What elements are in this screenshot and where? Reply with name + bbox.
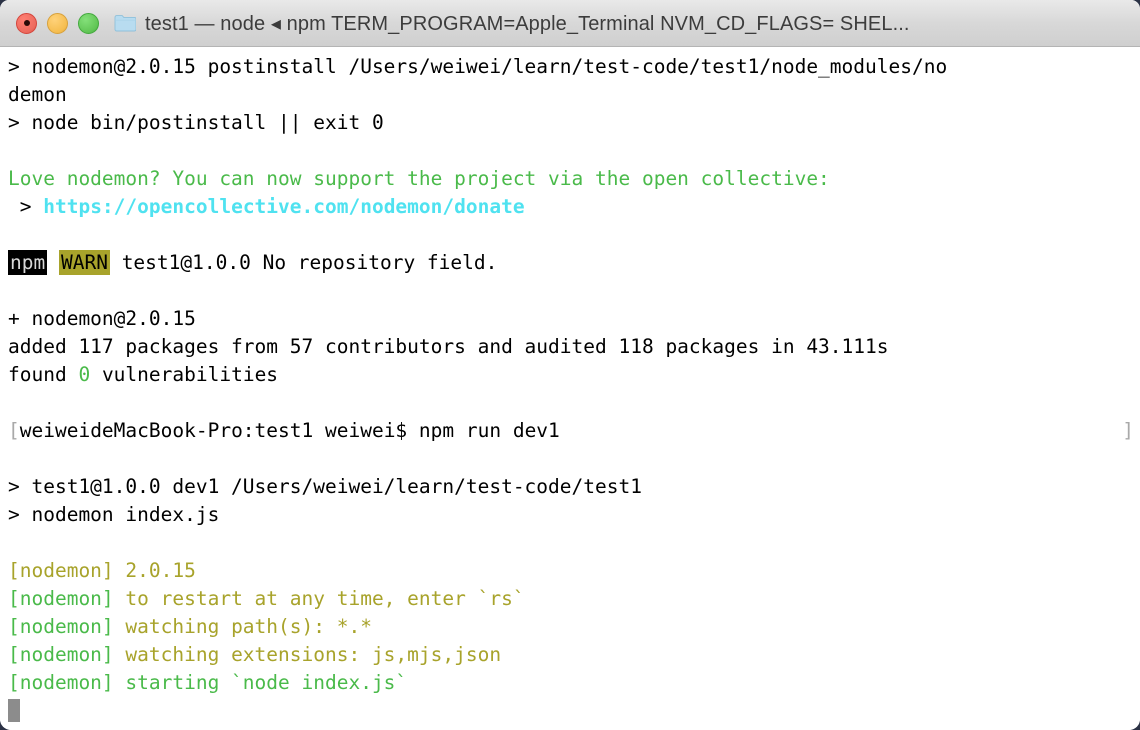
line-text: Love nodemon? You can now support the pr… — [8, 167, 830, 190]
nodemon-message: 2.0.15 — [125, 559, 196, 582]
output-line: demon — [0, 81, 1140, 109]
line-text: > nodemon@2.0.15 postinstall /Users/weiw… — [8, 55, 948, 78]
maximize-button[interactable] — [78, 12, 99, 34]
nodemon-tag: [nodemon] — [8, 559, 126, 582]
nodemon-message: watching extensions: js,mjs,json — [125, 643, 502, 666]
output-line: > nodemon@2.0.15 postinstall /Users/weiw… — [0, 53, 1140, 81]
output-line: > nodemon index.js — [0, 501, 1140, 529]
line-text: > nodemon index.js — [8, 503, 220, 526]
minimize-button[interactable] — [47, 12, 68, 34]
nodemon-tag: [nodemon] — [8, 587, 126, 610]
prompt-text: weiweideMacBook-Pro:test1 weiwei$ npm ru… — [19, 419, 560, 442]
nodemon-log-line: [nodemon] watching path(s): *.* — [0, 613, 1140, 641]
output-line-love-nodemon: Love nodemon? You can now support the pr… — [0, 165, 1140, 193]
output-line-donate-link: > https://opencollective.com/nodemon/don… — [0, 193, 1140, 221]
terminal-output[interactable]: > nodemon@2.0.15 postinstall /Users/weiw… — [0, 47, 1140, 730]
nodemon-message: [nodemon] starting `node index.js` — [8, 671, 408, 694]
line-text: + nodemon@2.0.15 — [8, 307, 196, 330]
window-title: test1 — node ◂ npm TERM_PROGRAM=Apple_Te… — [145, 12, 910, 35]
window-controls — [0, 12, 99, 34]
line-text: > node bin/postinstall || exit 0 — [8, 111, 384, 134]
cursor-line — [0, 697, 1140, 725]
line-text: > test1@1.0.0 dev1 /Users/weiwei/learn/t… — [8, 475, 642, 498]
warn-message: test1@1.0.0 No repository field. — [109, 251, 498, 274]
text-cursor[interactable] — [8, 699, 20, 722]
nodemon-log-line: [nodemon] 2.0.15 — [0, 557, 1140, 585]
output-line: + nodemon@2.0.15 — [0, 305, 1140, 333]
nodemon-log-line: [nodemon] watching extensions: js,mjs,js… — [0, 641, 1140, 669]
prompt-mark-left: [ — [8, 419, 20, 442]
prompt-line: [weiweideMacBook-Pro:test1 weiwei$ npm r… — [0, 417, 1140, 445]
nodemon-tag: [nodemon] — [8, 615, 126, 638]
nodemon-log-line: [nodemon] to restart at any time, enter … — [0, 585, 1140, 613]
link-prefix: > — [8, 195, 44, 218]
output-line-blank — [0, 445, 1140, 473]
output-line: added 117 packages from 57 contributors … — [0, 333, 1140, 361]
warn-badge: WARN — [58, 250, 110, 275]
output-line: > node bin/postinstall || exit 0 — [0, 109, 1140, 137]
nodemon-log-line-starting: [nodemon] starting `node index.js` — [0, 669, 1140, 697]
output-line-blank — [0, 221, 1140, 249]
output-line-blank — [0, 529, 1140, 557]
terminal-window: test1 — node ◂ npm TERM_PROGRAM=Apple_Te… — [0, 0, 1140, 730]
prompt-mark-right: ] — [1122, 419, 1134, 442]
nodemon-message: watching path(s): *.* — [125, 615, 372, 638]
line-text: vulnerabilities — [90, 363, 279, 386]
output-line: > test1@1.0.0 dev1 /Users/weiwei/learn/t… — [0, 473, 1140, 501]
output-line-vulnerabilities: found 0 vulnerabilities — [0, 361, 1140, 389]
nodemon-tag: [nodemon] — [8, 643, 126, 666]
npm-badge: npm — [8, 250, 48, 275]
line-text: demon — [8, 83, 67, 106]
output-line-blank — [0, 277, 1140, 305]
title-area: test1 — node ◂ npm TERM_PROGRAM=Apple_Te… — [114, 11, 910, 36]
vulnerability-count: 0 — [78, 363, 91, 386]
line-text: added 117 packages from 57 contributors … — [8, 335, 889, 358]
folder-icon — [114, 14, 137, 32]
output-line-blank — [0, 137, 1140, 165]
close-button[interactable] — [16, 12, 37, 34]
output-line-blank — [0, 389, 1140, 417]
title-bar: test1 — node ◂ npm TERM_PROGRAM=Apple_Te… — [0, 0, 1140, 47]
nodemon-message: to restart at any time, enter `rs` — [125, 587, 525, 610]
donate-link[interactable]: https://opencollective.com/nodemon/donat… — [43, 195, 524, 218]
output-line-npm-warn: npm WARN test1@1.0.0 No repository field… — [0, 249, 1140, 277]
line-text: found — [8, 363, 79, 386]
